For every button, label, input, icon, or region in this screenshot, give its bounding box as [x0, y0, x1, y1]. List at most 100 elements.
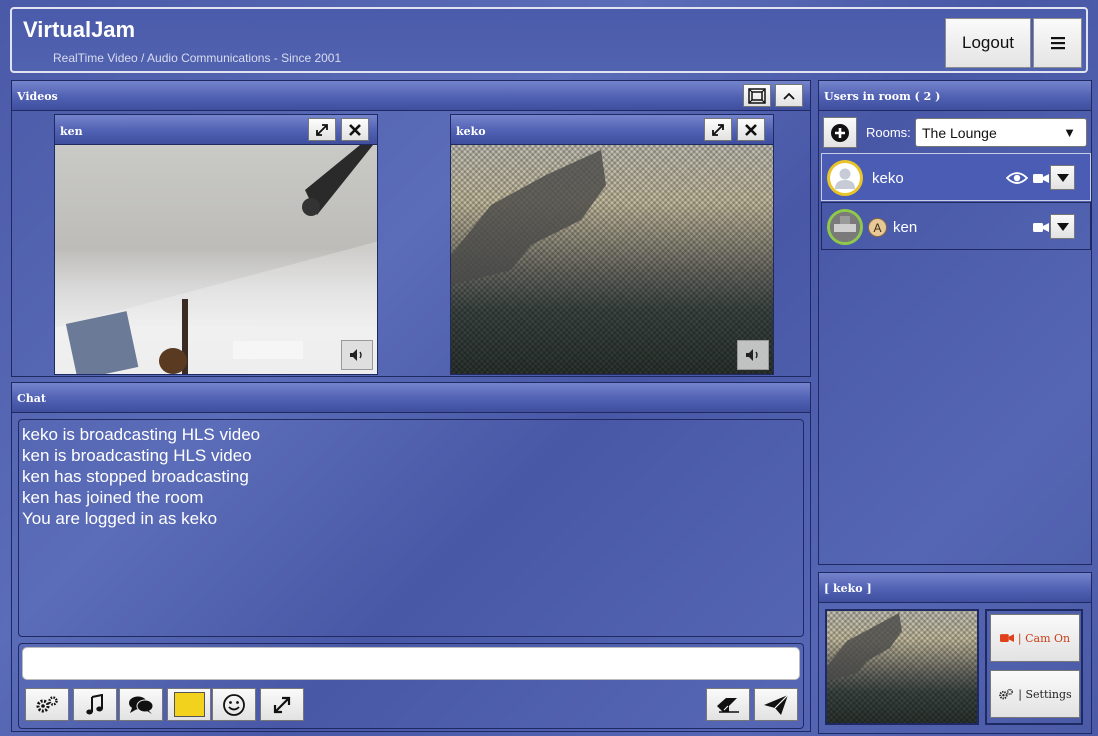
- caret-down-icon: ▼: [1063, 125, 1076, 140]
- room-select-value: The Lounge: [922, 125, 997, 141]
- expand-icon: [712, 123, 724, 136]
- video-tile-header: keko: [451, 115, 773, 145]
- volume-button[interactable]: [737, 340, 769, 370]
- video-layout-button[interactable]: [743, 84, 771, 107]
- expand-chat-button[interactable]: [260, 688, 304, 721]
- expand-icon: [273, 696, 291, 713]
- eraser-icon: [717, 697, 739, 713]
- plus-circle-icon: [831, 123, 849, 142]
- user-row-ken[interactable]: A ken: [821, 202, 1091, 250]
- video-camera-icon: [1033, 174, 1049, 183]
- expand-video-button[interactable]: [308, 118, 336, 141]
- speech-bubbles-icon: [129, 696, 154, 714]
- app-header: VirtualJam RealTime Video / Audio Commun…: [10, 7, 1088, 73]
- cam-on-label: | Cam On: [1017, 631, 1071, 645]
- close-icon: [349, 123, 361, 136]
- app-subtitle: RealTime Video / Audio Communications - …: [53, 51, 342, 65]
- chat-message: ken has joined the room: [22, 488, 204, 507]
- private-chat-button[interactable]: [119, 688, 163, 721]
- fit-screen-icon: [748, 87, 766, 104]
- close-icon: [745, 123, 757, 136]
- chat-compose-area: [18, 643, 804, 729]
- smiley-icon: [223, 693, 245, 716]
- admin-badge: A: [868, 218, 887, 237]
- music-button[interactable]: [73, 688, 117, 721]
- settings-button[interactable]: | Settings: [990, 670, 1080, 718]
- collapse-videos-button[interactable]: [775, 84, 803, 107]
- video-feed: [55, 145, 377, 374]
- menu-button[interactable]: [1033, 18, 1082, 68]
- video-tile-keko: keko: [450, 114, 774, 375]
- webcam-image: [451, 150, 606, 285]
- webcam-image: [65, 145, 373, 374]
- video-tile-name: keko: [456, 125, 486, 138]
- close-video-button[interactable]: [341, 118, 369, 141]
- users-panel: Users in room ( 2 ) Rooms: The Lounge ▼ …: [818, 80, 1092, 565]
- self-panel-header: [ keko ]: [819, 573, 1091, 603]
- chat-message: keko is broadcasting HLS video: [22, 425, 261, 444]
- add-room-button[interactable]: [823, 117, 857, 148]
- music-note-icon: [86, 693, 103, 714]
- user-options-dropdown[interactable]: [1050, 214, 1075, 239]
- app-title: VirtualJam: [23, 17, 136, 42]
- video-tile-header: ken: [55, 115, 377, 145]
- video-camera-icon: [999, 634, 1014, 642]
- avatar: [827, 209, 863, 245]
- logout-button[interactable]: Logout: [945, 18, 1031, 68]
- user-name: ken: [893, 219, 918, 236]
- chat-panel-title: Chat: [17, 392, 46, 405]
- user-name: keko: [872, 170, 904, 187]
- close-video-button[interactable]: [737, 118, 765, 141]
- volume-button[interactable]: [341, 340, 373, 370]
- user-photo: [830, 212, 860, 242]
- caret-down-icon: [1056, 222, 1069, 231]
- send-button[interactable]: [754, 688, 798, 721]
- avatar: [827, 160, 863, 196]
- gears-icon: [999, 688, 1014, 699]
- emoji-button[interactable]: [212, 688, 256, 721]
- video-tile-ken: ken: [54, 114, 378, 375]
- rooms-label: Rooms:: [866, 125, 911, 140]
- rooms-row: Rooms: The Lounge ▼: [823, 117, 1089, 149]
- cam-on-button[interactable]: | Cam On: [990, 614, 1080, 662]
- chevron-up-icon: [783, 92, 795, 100]
- speaker-icon: [746, 349, 758, 361]
- chat-message: ken is broadcasting HLS video: [22, 446, 252, 465]
- self-video-preview: [825, 609, 979, 725]
- videos-panel-header: Videos: [12, 81, 810, 111]
- eye-icon[interactable]: [1006, 171, 1028, 185]
- self-panel-title: [ keko ]: [824, 582, 872, 595]
- settings-label: | Settings: [1018, 687, 1072, 701]
- user-options-dropdown[interactable]: [1050, 165, 1075, 190]
- chat-log[interactable]: keko is broadcasting HLS video ken is br…: [18, 419, 804, 637]
- paper-plane-icon: [764, 694, 789, 715]
- chat-input[interactable]: [22, 647, 800, 680]
- self-controls: | Cam On | Settings: [985, 609, 1083, 725]
- chat-panel: Chat keko is broadcasting HLS video ken …: [11, 382, 811, 732]
- chat-message: ken has stopped broadcasting: [22, 467, 249, 486]
- video-feed: [451, 145, 773, 374]
- chat-panel-header: Chat: [12, 383, 810, 413]
- user-row-keko[interactable]: keko: [821, 153, 1091, 201]
- text-color-button[interactable]: [167, 688, 211, 721]
- clear-chat-button[interactable]: [706, 688, 750, 721]
- gears-icon: [36, 695, 58, 712]
- users-panel-header: Users in room ( 2 ): [819, 81, 1091, 111]
- expand-icon: [316, 123, 328, 136]
- caret-down-icon: [1056, 173, 1069, 182]
- room-select[interactable]: The Lounge ▼: [915, 118, 1087, 147]
- hamburger-icon: [1050, 37, 1065, 50]
- chat-message: You are logged in as keko: [22, 509, 218, 528]
- video-tile-name: ken: [60, 125, 83, 138]
- video-camera-icon: [1033, 223, 1049, 232]
- user-silhouette-icon: [835, 168, 855, 189]
- chat-settings-button[interactable]: [25, 688, 69, 721]
- videos-panel: Videos ken keko: [11, 80, 811, 377]
- color-swatch: [173, 692, 205, 717]
- videos-panel-title: Videos: [17, 90, 58, 103]
- expand-video-button[interactable]: [704, 118, 732, 141]
- webcam-image: [827, 613, 902, 681]
- self-panel: [ keko ] | Cam On | Settings: [818, 572, 1092, 734]
- users-panel-title: Users in room ( 2 ): [824, 90, 941, 103]
- speaker-icon: [350, 349, 362, 361]
